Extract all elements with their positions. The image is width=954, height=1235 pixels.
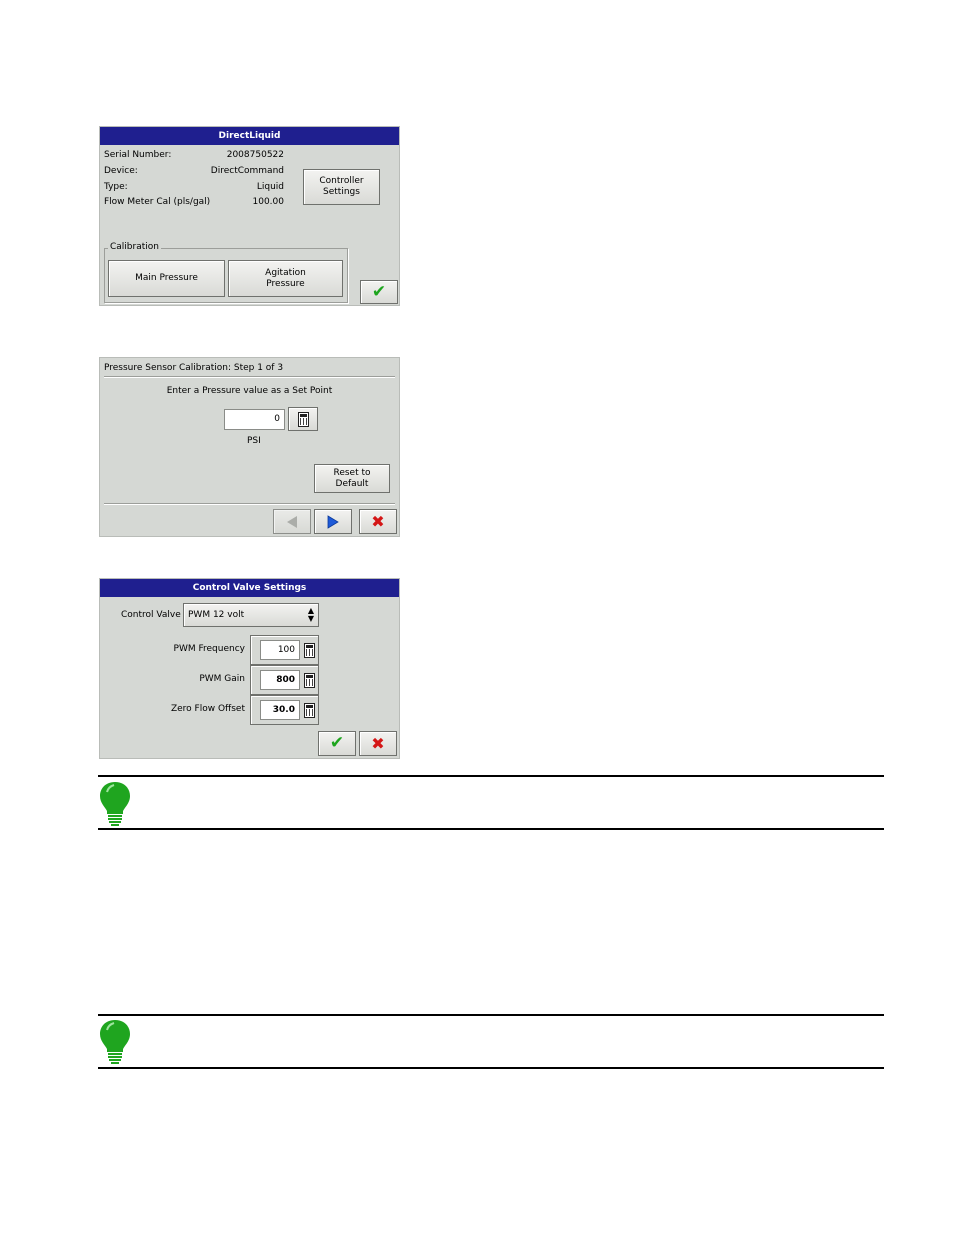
pwm-gain-label: PWM Gain (199, 674, 245, 684)
type-value: Liquid (256, 182, 284, 192)
device-label: Device: (104, 166, 138, 176)
note-top-rule (98, 1014, 884, 1016)
calculator-button[interactable] (288, 407, 318, 431)
set-point-instruction: Enter a Pressure value as a Set Point (166, 386, 333, 396)
pwm-frequency-field[interactable]: 100 (250, 635, 319, 665)
calibration-step-title: Pressure Sensor Calibration: Step 1 of 3 (104, 363, 284, 373)
pwm-gain-field[interactable]: 800 (250, 665, 319, 695)
x-icon: ✖ (371, 511, 385, 531)
control-valve-label: Control Valve (121, 610, 181, 620)
pressure-value-input[interactable]: 0 (224, 409, 285, 430)
note-top-rule (98, 775, 884, 777)
lightbulb-icon (100, 782, 130, 826)
reset-to-default-label: Reset to Default (333, 467, 371, 489)
updown-arrows-icon: ▲ ▼ (307, 606, 314, 623)
reset-to-default-button[interactable]: Reset to Default (314, 464, 390, 493)
ok-button[interactable]: ✔ (318, 731, 356, 756)
calculator-icon (304, 702, 315, 718)
flow-meter-cal-label: Flow Meter Cal (pls/gal) (104, 197, 211, 207)
serial-number-label: Serial Number: (104, 150, 172, 160)
left-arrow-icon (287, 515, 297, 528)
dialog-title: DirectLiquid (100, 127, 399, 145)
zero-flow-offset-value: 30.0 (260, 700, 300, 720)
pwm-frequency-label: PWM Frequency (173, 644, 245, 654)
ok-button[interactable]: ✔ (360, 280, 398, 304)
back-button[interactable] (273, 509, 311, 534)
footer-divider (104, 503, 395, 504)
calculator-icon (304, 672, 315, 688)
pwm-gain-value: 800 (260, 670, 300, 690)
control-valve-dialog: Control Valve Settings Control Valve PWM… (99, 578, 400, 759)
zero-flow-offset-field[interactable]: 30.0 (250, 695, 319, 725)
control-valve-selected: PWM 12 volt (188, 609, 245, 620)
control-valve-select[interactable]: PWM 12 volt ▲ ▼ (183, 603, 319, 627)
device-value: DirectCommand (210, 166, 284, 176)
main-pressure-button[interactable]: Main Pressure (108, 260, 225, 297)
flow-meter-cal-value: 100.00 (252, 197, 285, 207)
pwm-frequency-value: 100 (260, 640, 300, 660)
cancel-button[interactable]: ✖ (359, 731, 397, 756)
next-button[interactable] (314, 509, 352, 534)
agitation-pressure-label: Agitation Pressure (265, 267, 306, 289)
note-bottom-rule (98, 828, 884, 830)
calculator-icon (297, 411, 309, 427)
x-icon: ✖ (371, 733, 385, 753)
agitation-pressure-button[interactable]: Agitation Pressure (228, 260, 343, 297)
checkmark-icon: ✔ (329, 733, 345, 753)
title-divider (104, 376, 395, 377)
main-pressure-label: Main Pressure (135, 273, 198, 283)
calculator-icon (304, 642, 315, 658)
controller-settings-label: Controller Settings (319, 176, 364, 197)
serial-number-value: 2008750522 (226, 150, 284, 160)
pressure-calibration-dialog: Pressure Sensor Calibration: Step 1 of 3… (99, 357, 400, 537)
controller-settings-button[interactable]: Controller Settings (303, 169, 380, 205)
checkmark-icon: ✔ (371, 281, 387, 302)
note-bottom-rule (98, 1067, 884, 1069)
right-arrow-icon (327, 514, 339, 529)
zero-flow-offset-label: Zero Flow Offset (170, 704, 245, 714)
direct-liquid-dialog: DirectLiquid Serial Number: 2008750522 D… (99, 126, 400, 306)
type-label: Type: (104, 182, 128, 192)
pressure-unit: PSI (247, 436, 261, 446)
lightbulb-icon (100, 1020, 130, 1064)
cancel-button[interactable]: ✖ (359, 509, 397, 534)
calibration-legend: Calibration (108, 242, 161, 252)
dialog-title: Control Valve Settings (100, 579, 399, 597)
